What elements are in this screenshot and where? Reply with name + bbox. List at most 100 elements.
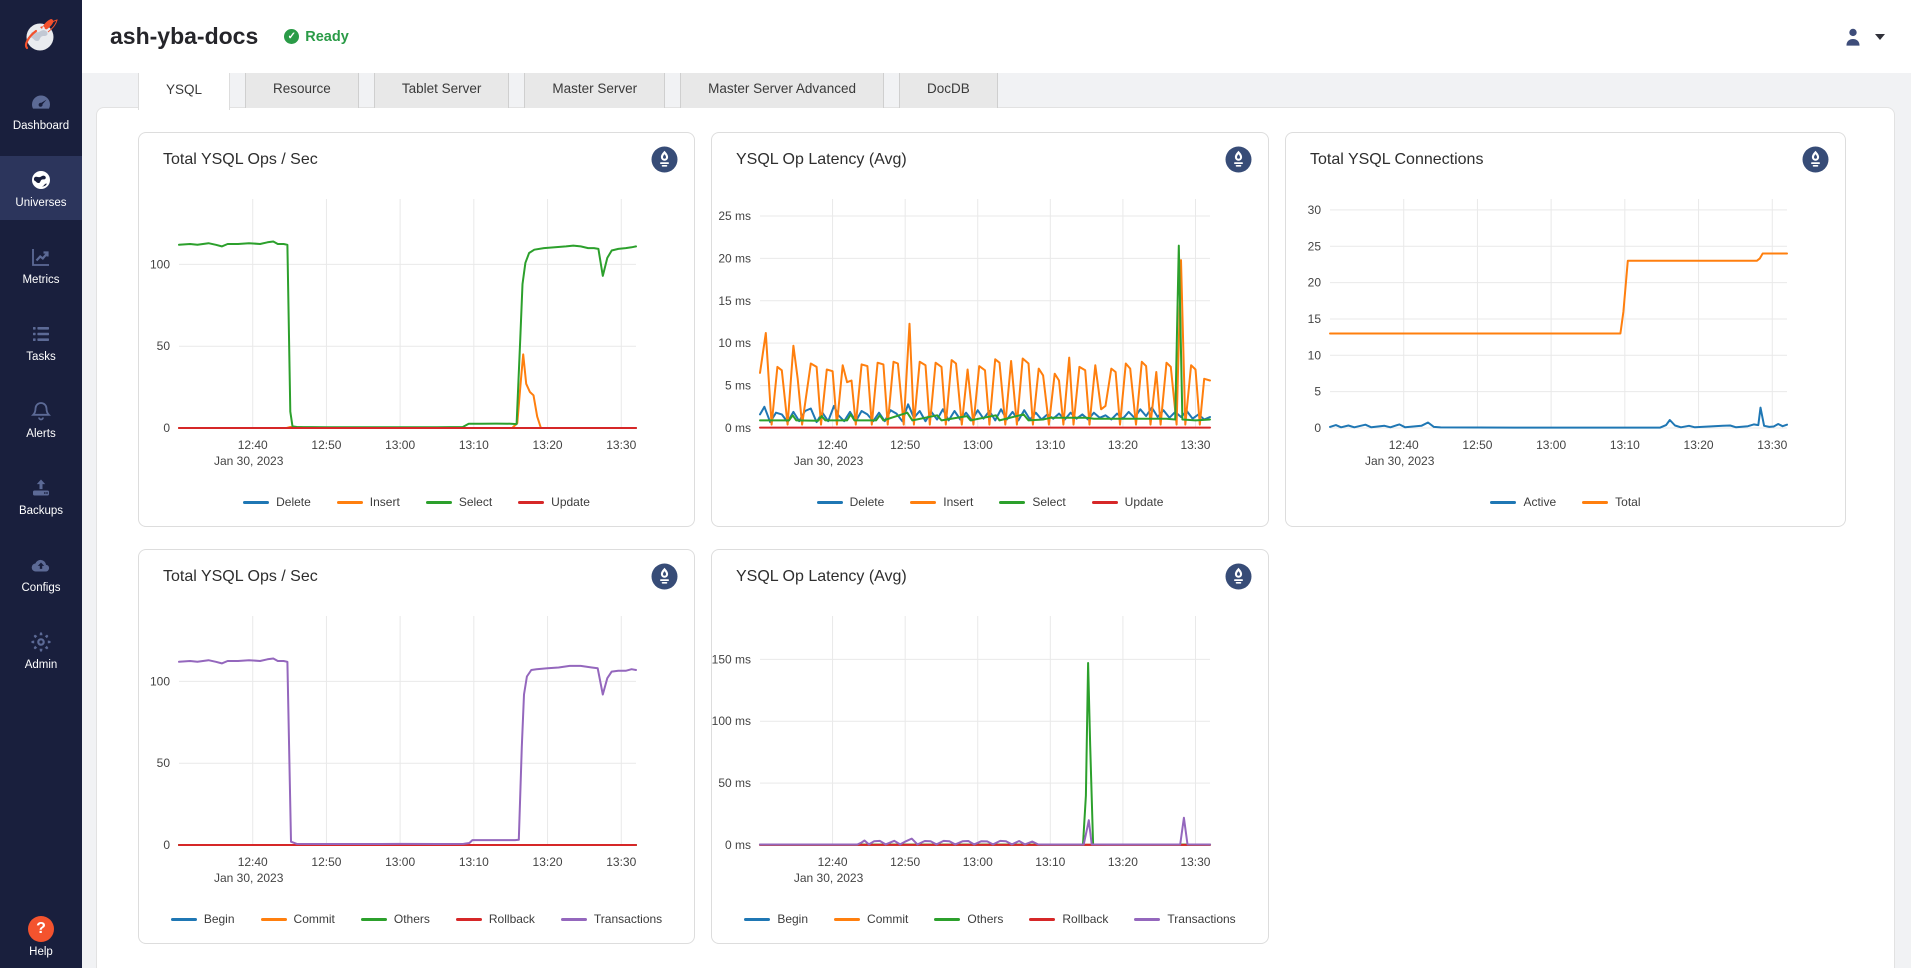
sidebar-item-help[interactable]: ? Help: [0, 916, 82, 958]
legend-swatch-icon: [518, 501, 544, 504]
sidebar-item-alerts[interactable]: Alerts: [0, 387, 82, 451]
sidebar-item-admin[interactable]: Admin: [0, 618, 82, 682]
svg-text:Jan 30, 2023: Jan 30, 2023: [1365, 454, 1435, 468]
chart-legend: Begin Commit Others Rollback Transaction…: [712, 912, 1268, 926]
svg-text:Jan 30, 2023: Jan 30, 2023: [214, 454, 284, 468]
charts-grid: Total YSQL Ops / Sec 12:40Jan 30, 202312…: [138, 132, 1846, 944]
universe-title: ash-yba-docs: [110, 23, 258, 50]
svg-text:13:10: 13:10: [459, 855, 489, 869]
legend-item-rollback[interactable]: Rollback: [1029, 912, 1108, 926]
configs-icon: [29, 553, 53, 577]
legend-item-others[interactable]: Others: [361, 912, 430, 926]
legend-item-transactions[interactable]: Transactions: [1134, 912, 1235, 926]
legend-item-select[interactable]: Select: [999, 495, 1065, 509]
alerts-icon: [29, 399, 53, 423]
legend-item-transactions[interactable]: Transactions: [561, 912, 662, 926]
metrics-icon: [29, 245, 53, 269]
svg-text:100 ms: 100 ms: [712, 714, 751, 728]
dashboard-icon: [29, 91, 53, 115]
tab-tablet-server[interactable]: Tablet Server: [374, 67, 510, 108]
status-label: Ready: [305, 29, 349, 45]
chart-card-4: YSQL Op Latency (Avg) 12:40Jan 30, 20231…: [711, 549, 1269, 944]
metrics-tabs: YSQL Resource Tablet Server Master Server Ma…: [138, 67, 998, 110]
svg-text:13:30: 13:30: [1180, 438, 1210, 452]
svg-text:10: 10: [1308, 348, 1322, 362]
prometheus-icon[interactable]: [1802, 146, 1829, 173]
tab-docdb[interactable]: DocDB: [899, 67, 998, 108]
svg-text:13:20: 13:20: [533, 438, 563, 452]
legend-item-select[interactable]: Select: [426, 495, 492, 509]
chart-title: Total YSQL Ops / Sec: [163, 151, 318, 169]
chart-card-1: YSQL Op Latency (Avg) 12:40Jan 30, 20231…: [711, 132, 1269, 527]
sidebar-item-universes[interactable]: Universes: [0, 156, 82, 220]
svg-text:12:50: 12:50: [311, 438, 341, 452]
rocket-globe-icon: [18, 14, 64, 60]
svg-text:13:20: 13:20: [1684, 438, 1714, 452]
svg-text:10 ms: 10 ms: [718, 336, 751, 350]
legend-item-rollback[interactable]: Rollback: [456, 912, 535, 926]
sidebar-item-tasks[interactable]: Tasks: [0, 310, 82, 374]
sidebar-item-configs[interactable]: Configs: [0, 541, 82, 605]
legend-item-update[interactable]: Update: [518, 495, 590, 509]
svg-text:5: 5: [1314, 385, 1321, 399]
legend-item-insert[interactable]: Insert: [910, 495, 973, 509]
svg-text:13:10: 13:10: [459, 438, 489, 452]
svg-text:12:50: 12:50: [890, 438, 920, 452]
svg-text:13:30: 13:30: [1757, 438, 1787, 452]
tab-resource[interactable]: Resource: [245, 67, 359, 108]
chart-legend: Delete Insert Select Update: [139, 495, 694, 509]
prometheus-icon[interactable]: [1225, 146, 1252, 173]
legend-item-update[interactable]: Update: [1092, 495, 1164, 509]
svg-text:Jan 30, 2023: Jan 30, 2023: [794, 871, 864, 885]
chevron-down-icon: [1875, 34, 1885, 40]
legend-item-delete[interactable]: Delete: [243, 495, 311, 509]
legend-item-insert[interactable]: Insert: [337, 495, 400, 509]
legend-swatch-icon: [561, 918, 587, 921]
prometheus-icon[interactable]: [651, 146, 678, 173]
legend-item-others[interactable]: Others: [934, 912, 1003, 926]
legend-item-commit[interactable]: Commit: [261, 912, 335, 926]
user-menu[interactable]: [1840, 24, 1885, 50]
chart-plot: 12:40Jan 30, 202312:5013:0013:1013:2013:…: [712, 133, 1266, 524]
legend-item-begin[interactable]: Begin: [171, 912, 235, 926]
svg-text:Jan 30, 2023: Jan 30, 2023: [794, 454, 864, 468]
tab-ysql[interactable]: YSQL: [138, 67, 230, 110]
legend-item-total[interactable]: Total: [1582, 495, 1640, 509]
svg-text:12:40: 12:40: [238, 438, 268, 452]
chart-plot: 12:40Jan 30, 202312:5013:0013:1013:2013:…: [139, 550, 692, 941]
svg-text:150 ms: 150 ms: [712, 652, 751, 666]
sidebar-item-backups[interactable]: Backups: [0, 464, 82, 528]
header: ash-yba-docs ✓ Ready: [82, 0, 1911, 73]
sidebar-item-dashboard[interactable]: Dashboard: [0, 79, 82, 143]
svg-text:12:50: 12:50: [890, 855, 920, 869]
svg-text:25 ms: 25 ms: [718, 209, 751, 223]
sidebar-item-metrics[interactable]: Metrics: [0, 233, 82, 297]
svg-text:50 ms: 50 ms: [718, 776, 751, 790]
legend-item-active[interactable]: Active: [1490, 495, 1556, 509]
tab-master-server[interactable]: Master Server: [524, 67, 665, 108]
tab-master-server-advanced[interactable]: Master Server Advanced: [680, 67, 884, 108]
svg-text:12:40: 12:40: [1389, 438, 1419, 452]
yugabyte-logo[interactable]: [0, 0, 82, 73]
legend-item-delete[interactable]: Delete: [817, 495, 885, 509]
prometheus-icon[interactable]: [651, 563, 678, 590]
help-label: Help: [29, 946, 53, 958]
svg-text:Jan 30, 2023: Jan 30, 2023: [214, 871, 284, 885]
svg-text:12:50: 12:50: [1462, 438, 1492, 452]
svg-text:13:20: 13:20: [1108, 855, 1138, 869]
legend-swatch-icon: [171, 918, 197, 921]
legend-item-begin[interactable]: Begin: [744, 912, 808, 926]
legend-item-commit[interactable]: Commit: [834, 912, 908, 926]
svg-text:13:10: 13:10: [1035, 438, 1065, 452]
svg-text:100: 100: [150, 674, 170, 688]
svg-text:13:10: 13:10: [1610, 438, 1640, 452]
chart-legend: Delete Insert Select Update: [712, 495, 1268, 509]
backups-icon: [29, 476, 53, 500]
svg-text:13:00: 13:00: [963, 855, 993, 869]
svg-text:12:40: 12:40: [818, 855, 848, 869]
prometheus-icon[interactable]: [1225, 563, 1252, 590]
svg-text:15 ms: 15 ms: [718, 294, 751, 308]
svg-text:50: 50: [157, 756, 171, 770]
chart-card-3: Total YSQL Ops / Sec 12:40Jan 30, 202312…: [138, 549, 695, 944]
tasks-icon: [29, 322, 53, 346]
